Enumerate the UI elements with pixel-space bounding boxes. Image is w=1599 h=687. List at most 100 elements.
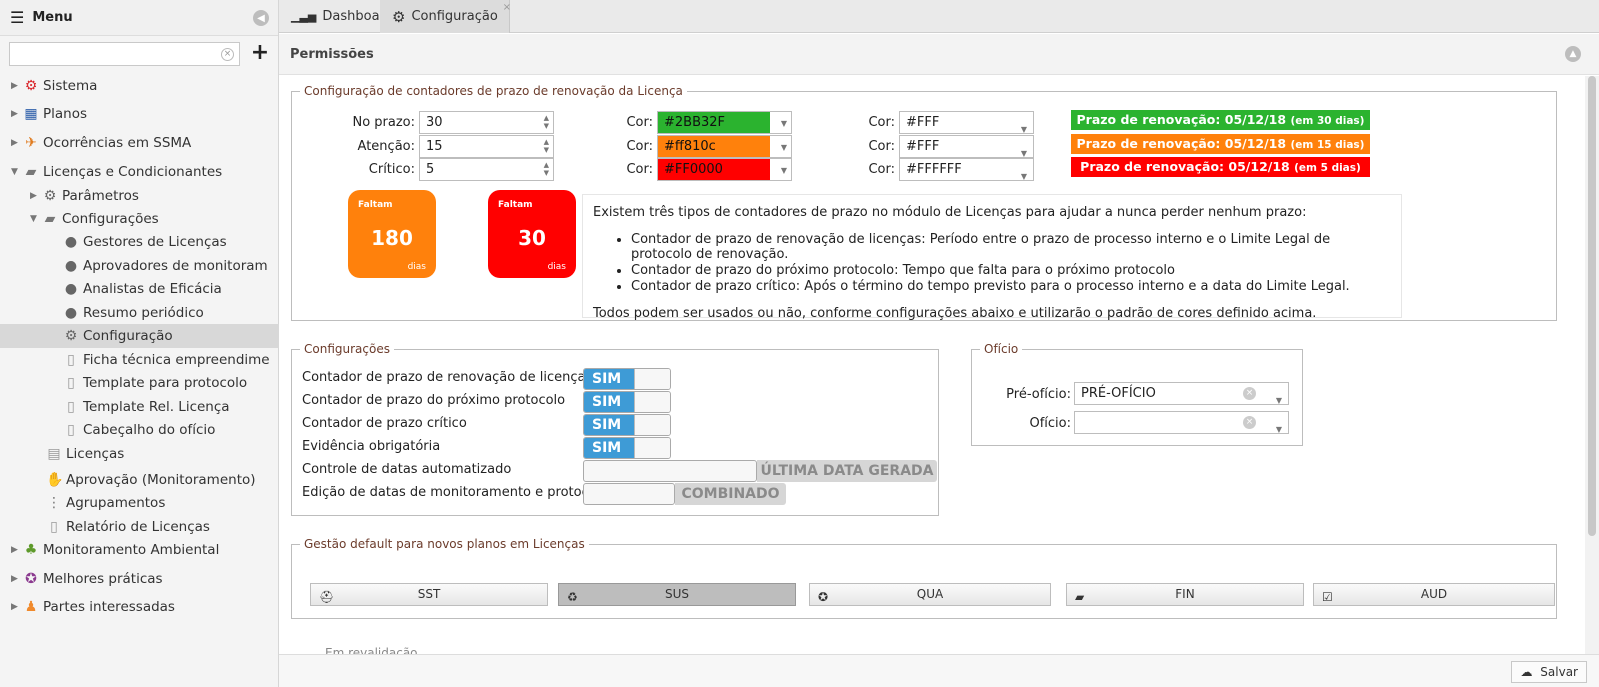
sidebar-item[interactable]: ▶ ▦ Planos [0,102,279,126]
toggle-switch[interactable]: SIM [583,437,671,459]
fg-color-select[interactable]: #FFFFFF ▼ [899,158,1034,181]
gestao-button-qua[interactable]: ✪ QUA [809,583,1051,606]
bg-color-select[interactable]: #FF0000 ▼ [657,158,792,181]
caret-right-icon[interactable]: ▶ [30,191,42,201]
stepper-arrows-icon[interactable]: ▲ ▼ [544,138,549,154]
sidebar-item[interactable]: ▼ ▰ Configurações [0,207,279,231]
config-label: Contador de prazo de renovação de licenç… [302,370,593,385]
hamburger-icon[interactable]: ☰ [10,8,24,27]
sidebar-item[interactable]: ▯ Ficha técnica empreendime [0,348,279,372]
chevron-down-icon[interactable]: ▼ [781,166,787,175]
toggle-switch[interactable]: SIM [583,414,671,436]
add-icon[interactable]: + [248,42,272,66]
fg-color-select[interactable]: #FFF ▼ [899,111,1034,134]
chevron-down-icon[interactable]: ▼ [1021,166,1027,187]
counter-value-stepper[interactable]: 5 ▲ ▼ [419,158,554,181]
bg-color-swatch: #FF0000 [658,159,770,180]
sidebar-item[interactable]: ● Gestores de Licenças [0,230,279,254]
caret-right-icon[interactable]: ▶ [11,138,23,148]
caret-down-icon[interactable]: ▼ [11,167,23,177]
caret-right-icon[interactable]: ▶ [11,81,23,91]
sidebar-search-input[interactable]: × [9,42,240,66]
stepper-arrows-icon[interactable]: ▲ ▼ [544,161,549,177]
sidebar-item[interactable]: ▯ Template Rel. Licença [0,395,279,419]
oficio-select[interactable]: × ▼ [1074,411,1289,434]
sidebar-item[interactable]: ▶ ♟ Partes interessadas [0,595,279,619]
sidebar-item[interactable]: ● Aprovadores de monitoram [0,254,279,278]
fg-color-select[interactable]: #FFF ▼ [899,135,1034,158]
clear-icon[interactable]: × [1243,416,1256,429]
sidebar-item-label: Gestores de Licenças [83,234,227,250]
collapse-panel-icon[interactable]: ▲ [1565,46,1581,62]
toggle-switch[interactable]: SIM [583,391,671,413]
toggle-knob[interactable] [634,415,670,435]
chevron-down-icon[interactable]: ▼ [1276,390,1282,411]
sidebar-item[interactable]: ▶ ♣ Monitoramento Ambiental [0,538,279,562]
stepper-arrows-icon[interactable]: ▲ ▼ [544,114,549,130]
gestao-button-sus[interactable]: ♻ SUS [558,583,796,606]
scrollbar[interactable] [1585,76,1599,654]
banner-small: (em 30 dias) [1290,115,1365,127]
sidebar-item-label: Template para protocolo [83,375,248,391]
info-outro: Todos podem ser usados ou não, conforme … [593,306,1317,321]
toggle-switch[interactable]: SIM [583,368,671,390]
gestao-fieldset: Gestão default para novos planos em Lice… [291,537,1557,619]
counter-value-stepper[interactable]: 30 ▲ ▼ [419,111,554,134]
gestao-button-aud[interactable]: ☑ AUD [1313,583,1555,606]
sidebar-item[interactable]: ▤ Licenças [0,442,279,466]
sidebar-item[interactable]: ● Resumo periódico [0,301,279,325]
clear-icon[interactable]: × [1243,387,1256,400]
user-icon: ● [64,281,78,297]
sidebar-item[interactable]: ▼ ▰ Licenças e Condicionantes [0,160,279,184]
tab-configuracao[interactable]: ⚙ Configuração × [380,0,511,33]
sidebar-item[interactable]: ▯ Relatório de Licenças [0,515,279,539]
toggle-switch[interactable] [583,483,675,505]
bg-color-select[interactable]: #ff810c ▼ [657,135,792,158]
pre-oficio-select[interactable]: PRÉ-OFÍCIO × ▼ [1074,382,1289,405]
counters-info-box: Existem três tipos de contadores de praz… [582,194,1402,321]
sidebar-item-label: Planos [43,106,88,122]
cor-label: Cor: [626,139,653,154]
sidebar-item[interactable]: ⚙ Configuração [0,324,279,348]
chevron-down-icon[interactable]: ▼ [1276,419,1282,440]
folder-open-icon: ▰ [25,164,37,180]
caret-right-icon[interactable]: ▶ [11,109,23,119]
counter-value-stepper[interactable]: 15 ▲ ▼ [419,135,554,158]
caret-right-icon[interactable]: ▶ [11,602,23,612]
toggle-knob[interactable] [634,369,670,389]
scrollbar-thumb[interactable] [1588,76,1596,536]
banner-text: Prazo de renovação: 05/12/18 [1076,112,1287,127]
toggle-on-label: SIM [584,438,634,458]
collapse-sidebar-icon[interactable]: ◀ [253,10,269,26]
sidebar-item[interactable]: ▯ Cabeçalho do ofício [0,418,279,442]
finance-icon: ▰ [1075,590,1085,604]
gestao-button-fin[interactable]: ▰ FIN [1066,583,1304,606]
clear-search-icon[interactable]: × [221,48,234,61]
sidebar-item[interactable]: ✋ Aprovação (Monitoramento) [0,468,279,492]
pre-oficio-value: PRÉ-OFÍCIO [1081,386,1156,401]
gestao-button-sst[interactable]: ⛑ SST [310,583,548,606]
toggle-knob[interactable] [634,392,670,412]
sidebar-header: ☰ Menu [0,0,278,36]
caret-right-icon[interactable]: ▶ [11,574,23,584]
toggle-knob[interactable] [634,438,670,458]
sidebar-item[interactable]: ▶ ⚙ Sistema [0,74,279,98]
toggle-switch[interactable] [583,460,757,482]
card-unit: dias [547,262,566,272]
close-tab-icon[interactable]: × [503,2,511,13]
caret-down-icon[interactable]: ▼ [30,214,42,224]
config-label: Controle de datas automatizado [302,462,512,477]
counter-label: Crítico: [368,162,415,177]
sidebar-item[interactable]: ▶ ⚙ Parâmetros [0,184,279,208]
sidebar-item[interactable]: ⋮ Agrupamentos [0,491,279,515]
bg-color-select[interactable]: #2BB32F ▼ [657,111,792,134]
gestao-button-label: AUD [1420,587,1448,601]
chevron-down-icon[interactable]: ▼ [781,119,787,128]
sidebar-item[interactable]: ● Analistas de Eficácia [0,277,279,301]
caret-right-icon[interactable]: ▶ [11,545,23,555]
chevron-down-icon[interactable]: ▼ [781,143,787,152]
save-button[interactable]: ☁ Salvar [1511,661,1587,683]
sidebar-item[interactable]: ▶ ✪ Melhores práticas [0,567,279,591]
sidebar-item[interactable]: ▯ Template para protocolo [0,371,279,395]
sidebar-item[interactable]: ▶ ✈ Ocorrências em SSMA [0,131,279,155]
